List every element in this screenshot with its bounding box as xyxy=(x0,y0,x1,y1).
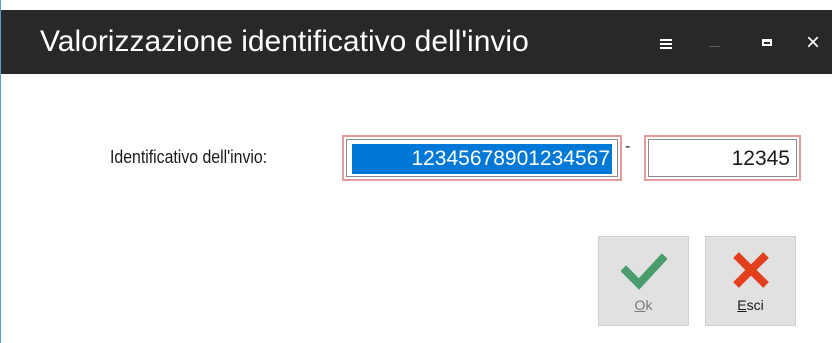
ok-label: Ok xyxy=(634,297,653,313)
dialog-window: Valorizzazione identificativo dell'invio… xyxy=(0,0,832,343)
x-icon xyxy=(733,252,769,288)
selected-text: 12345678901234567 xyxy=(352,144,612,174)
identificativo-label: Identificativo dell'invio: xyxy=(110,147,268,167)
title-bar[interactable]: Valorizzazione identificativo dell'invio… xyxy=(1,10,832,74)
input-inner-border: 12345678901234567 xyxy=(346,139,618,177)
identificativo-input[interactable]: 12345678901234567 xyxy=(342,135,622,181)
minimize-icon[interactable] xyxy=(706,28,736,58)
progressivo-value: 12345 xyxy=(731,147,790,170)
window-title: Valorizzazione identificativo dell'invio xyxy=(40,25,529,58)
window-top-edge xyxy=(1,0,832,10)
exit-button[interactable]: Esci xyxy=(705,236,796,326)
menu-icon[interactable] xyxy=(657,28,687,58)
input-inner-border: 12345 xyxy=(648,139,797,177)
close-icon[interactable]: × xyxy=(801,28,825,58)
progressivo-input[interactable]: 12345 xyxy=(644,135,801,181)
ok-button[interactable]: Ok xyxy=(598,236,689,326)
exit-label: Esci xyxy=(737,297,764,313)
maximize-icon[interactable] xyxy=(759,28,789,58)
checkmark-icon xyxy=(621,253,667,290)
separator-dash: - xyxy=(625,138,631,155)
